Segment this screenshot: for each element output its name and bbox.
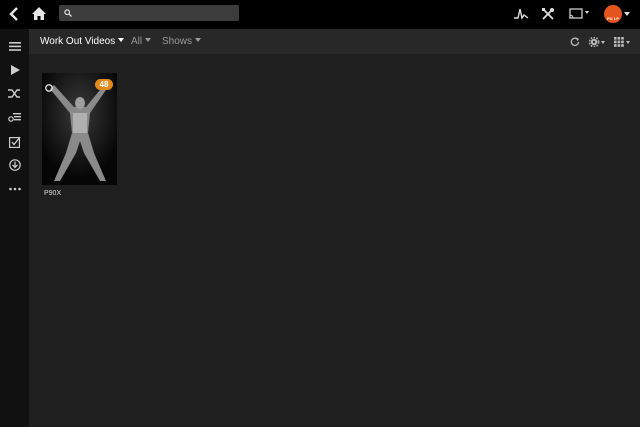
- type-dropdown[interactable]: Shows: [162, 36, 202, 48]
- play-icon[interactable]: [11, 65, 20, 75]
- search-input[interactable]: [75, 5, 235, 21]
- shuffle-icon[interactable]: [8, 88, 21, 99]
- avatar-caret-icon[interactable]: [624, 12, 630, 16]
- avatar-label: PG LP: [606, 16, 619, 21]
- playlist-icon[interactable]: [8, 112, 21, 123]
- filter-label: All: [131, 36, 143, 47]
- type-label: Shows: [162, 36, 193, 47]
- chevron-down-icon: [195, 38, 202, 42]
- download-icon[interactable]: [9, 159, 21, 171]
- show-title[interactable]: P90X: [44, 190, 61, 197]
- settings-tools-icon[interactable]: [541, 7, 555, 21]
- filter-dropdown[interactable]: All: [131, 36, 152, 48]
- unwatched-count-badge: 48: [95, 79, 113, 90]
- back-icon[interactable]: [8, 7, 20, 21]
- top-bar: PG LP: [0, 0, 640, 29]
- chevron-down-icon: [118, 38, 125, 42]
- library-toolbar: Work Out Videos All Shows: [29, 29, 640, 54]
- activity-icon[interactable]: [513, 7, 529, 20]
- chevron-down-icon: [145, 38, 152, 42]
- refresh-icon[interactable]: [570, 37, 580, 47]
- home-icon[interactable]: [31, 6, 47, 21]
- more-icon[interactable]: [9, 187, 21, 191]
- library-dropdown[interactable]: Work Out Videos: [40, 36, 125, 48]
- search-icon: [64, 9, 72, 17]
- sidebar: [0, 29, 29, 427]
- menu-icon[interactable]: [9, 42, 21, 51]
- user-avatar[interactable]: PG LP: [604, 5, 622, 23]
- checklist-icon[interactable]: [9, 136, 21, 148]
- search-box[interactable]: [59, 5, 239, 21]
- grid-view-icon[interactable]: [614, 37, 632, 47]
- gear-icon[interactable]: [589, 37, 607, 47]
- library-label: Work Out Videos: [40, 36, 116, 47]
- cast-icon[interactable]: [569, 8, 591, 20]
